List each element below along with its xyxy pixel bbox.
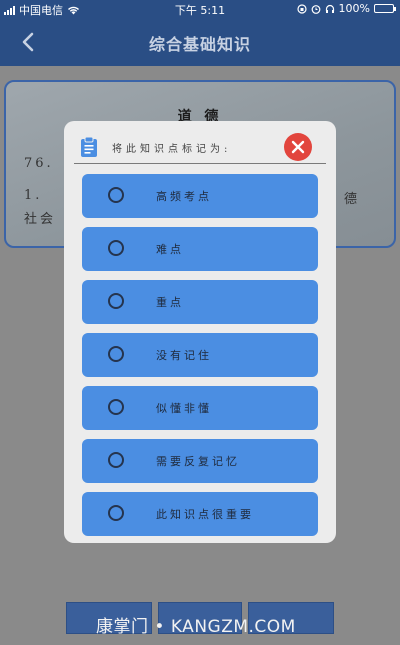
mark-dialog: 将此知识点标记为: 高频考点 难点 重点 没有记住 似懂非懂 需要反复记忆 此知… xyxy=(64,121,336,543)
option-label: 此知识点很重要 xyxy=(156,508,254,521)
card-item-number: 76. xyxy=(24,156,54,171)
nav-bar: 综合基础知识 xyxy=(0,18,400,66)
option-key-point[interactable]: 重点 xyxy=(82,280,318,324)
dialog-title: 将此知识点标记为: xyxy=(112,144,232,155)
watermark-text: 康掌门 • KANGZM.COM xyxy=(96,617,296,637)
card-text-line-end: 德 xyxy=(344,192,358,207)
radio-icon[interactable] xyxy=(108,399,124,415)
option-needs-repetition[interactable]: 需要反复记忆 xyxy=(82,439,318,483)
alarm-icon xyxy=(311,4,320,14)
battery-icon xyxy=(374,4,396,13)
clipboard-icon xyxy=(81,136,97,157)
option-very-important[interactable]: 此知识点很重要 xyxy=(82,492,318,536)
option-half-understood[interactable]: 似懂非懂 xyxy=(82,386,318,430)
option-high-frequency[interactable]: 高频考点 xyxy=(82,174,318,218)
card-text-line: 社会 xyxy=(24,212,57,227)
status-bar: 中国电信 下午 5:11 100% xyxy=(0,0,400,18)
option-label: 似懂非懂 xyxy=(156,402,212,415)
radio-icon[interactable] xyxy=(108,452,124,468)
close-button[interactable] xyxy=(284,133,312,161)
radio-icon[interactable] xyxy=(108,240,124,256)
status-right: 100% xyxy=(296,2,396,15)
card-text-line: 1. xyxy=(24,188,43,203)
lock-rotation-icon xyxy=(296,3,307,14)
radio-icon[interactable] xyxy=(108,187,124,203)
radio-icon[interactable] xyxy=(108,293,124,309)
option-label: 难点 xyxy=(156,243,184,256)
option-label: 高频考点 xyxy=(156,190,212,203)
battery-percent: 100% xyxy=(338,2,370,15)
radio-icon[interactable] xyxy=(108,505,124,521)
option-difficult[interactable]: 难点 xyxy=(82,227,318,271)
headphones-icon xyxy=(325,4,334,13)
option-label: 需要反复记忆 xyxy=(156,455,240,468)
close-icon xyxy=(291,140,305,154)
option-not-memorized[interactable]: 没有记住 xyxy=(82,333,318,377)
option-label: 重点 xyxy=(156,296,184,309)
radio-icon[interactable] xyxy=(108,346,124,362)
option-label: 没有记住 xyxy=(156,349,212,362)
page-title: 综合基础知识 xyxy=(148,35,251,54)
dialog-header: 将此知识点标记为: xyxy=(74,133,326,164)
